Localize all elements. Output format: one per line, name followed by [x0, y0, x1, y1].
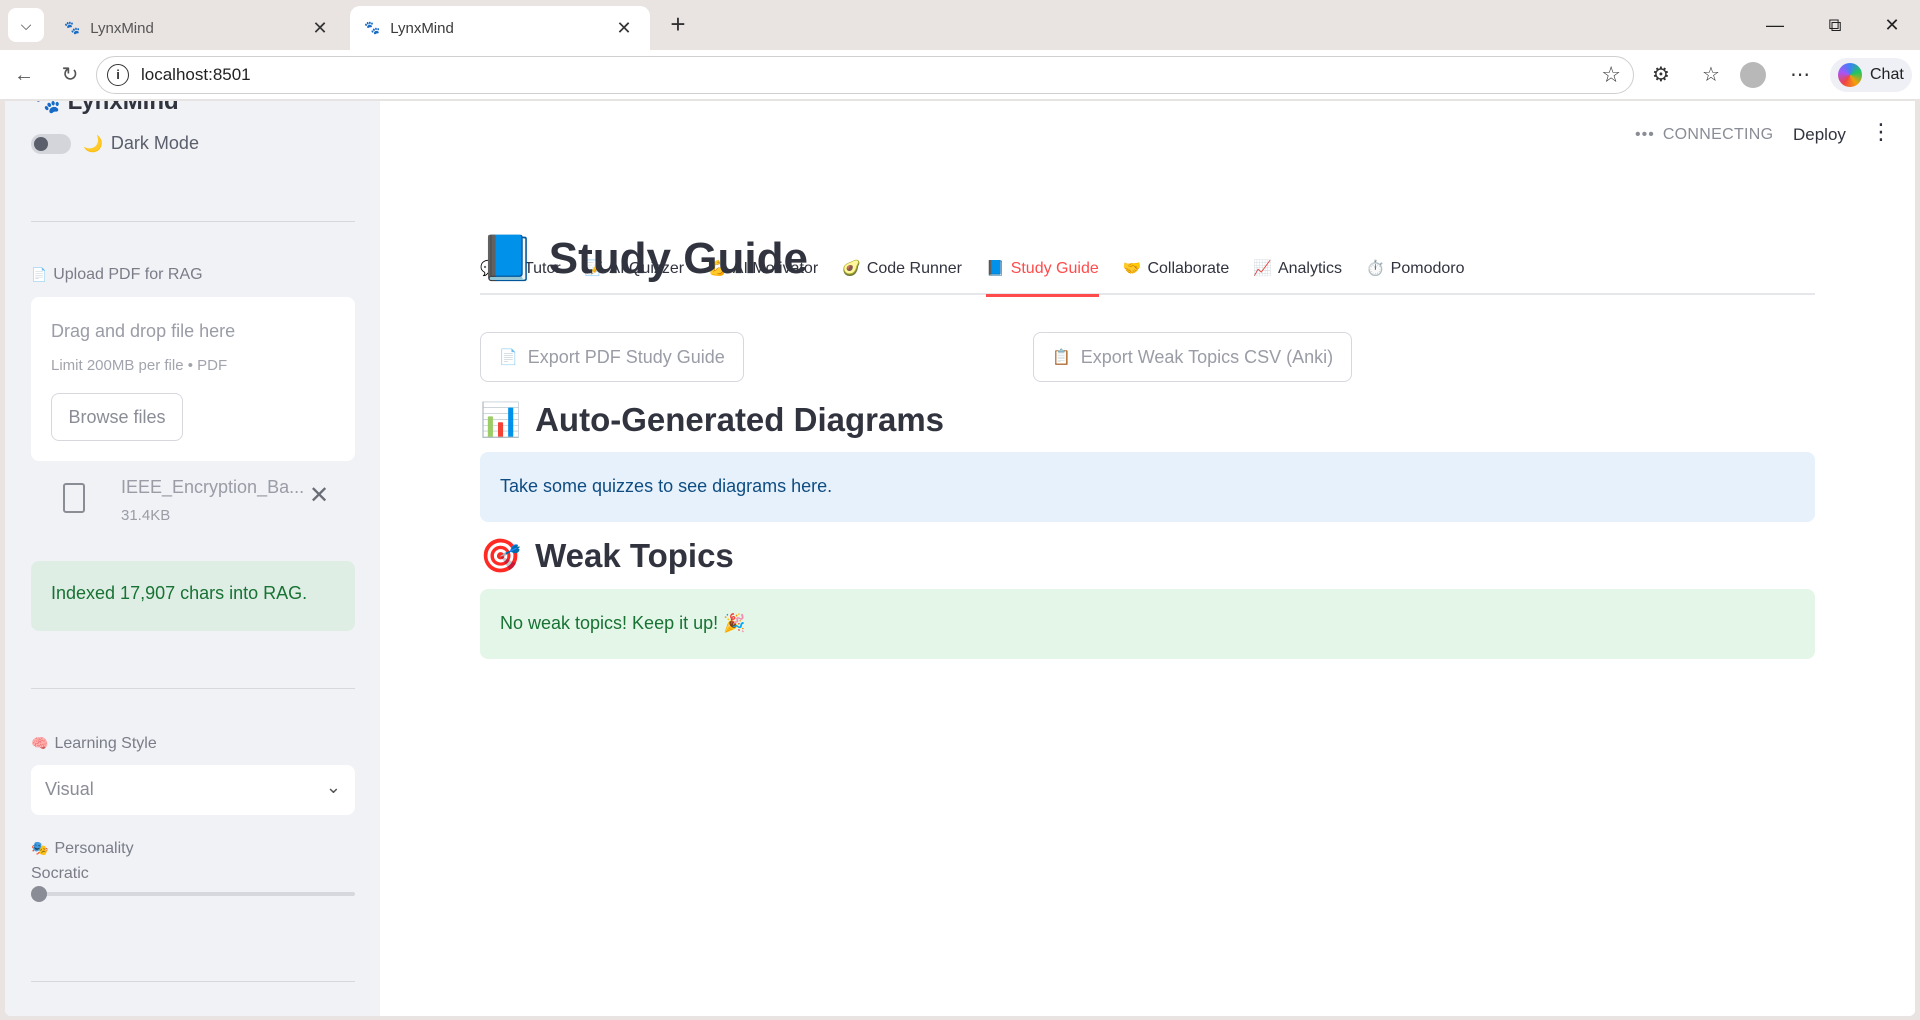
- restore-icon[interactable]: ⧉: [1807, 8, 1863, 42]
- tab-collaborate[interactable]: 🤝 Collaborate: [1123, 255, 1230, 295]
- close-icon[interactable]: ✕: [308, 18, 332, 39]
- deploy-button[interactable]: Deploy: [1785, 119, 1854, 149]
- browser-toolbar: ← ↻ i localhost:8501 ☆ ⚙ ☆ ⋯ Chat: [0, 50, 1920, 100]
- info-icon[interactable]: i: [107, 64, 129, 86]
- weak-topics-heading: 🎯 Weak Topics: [480, 537, 734, 574]
- file-name: IEEE_Encryption_Ba...: [121, 477, 305, 497]
- close-icon[interactable]: ✕: [612, 18, 636, 39]
- upload-label: 📄 Upload PDF for RAG: [31, 266, 203, 283]
- export-csv-button[interactable]: 📋 Export Weak Topics CSV (Anki): [1033, 332, 1353, 382]
- document-icon: 📄: [499, 349, 518, 366]
- learning-style-value: Visual: [45, 779, 94, 799]
- chevron-down-icon: ⌄: [325, 777, 341, 797]
- tab-list-button[interactable]: ⌵: [8, 8, 44, 42]
- sidebar: 🐾 LynxMind 🌙 Dark Mode 📄 Upload PDF for R…: [5, 101, 380, 1016]
- personality-value: Socratic: [31, 865, 89, 882]
- sidebar-divider: [31, 688, 355, 689]
- url-text: localhost:8501: [141, 65, 251, 84]
- paw-icon: 🐾: [31, 101, 61, 115]
- dark-mode-label: Dark Mode: [110, 133, 199, 153]
- window-close-icon[interactable]: ✕: [1864, 8, 1920, 42]
- browser-tab-1[interactable]: 🐾 LynxMind ✕: [50, 6, 346, 50]
- dropzone-text: Drag and drop file here: [51, 321, 236, 341]
- paw-icon: 🐾: [364, 20, 381, 35]
- minimize-icon[interactable]: —: [1747, 8, 1803, 42]
- back-arrow-icon[interactable]: ←: [8, 59, 40, 91]
- chevron-down-icon: ⌵: [20, 16, 32, 33]
- tab-study-guide[interactable]: 📘 Study Guide: [986, 255, 1099, 297]
- book-icon: 📘: [480, 234, 535, 283]
- dark-mode-toggle-row: 🌙 Dark Mode: [31, 133, 199, 154]
- masks-icon: 🎭: [31, 840, 49, 856]
- clipboard-icon: 📋: [1052, 349, 1071, 366]
- learning-style-select[interactable]: Visual ⌄: [31, 765, 355, 815]
- favorite-star-icon[interactable]: ☆: [1601, 62, 1621, 88]
- file-dropzone[interactable]: Drag and drop file here Limit 200MB per …: [31, 297, 355, 461]
- status-dots-icon: •••: [1635, 126, 1655, 143]
- browser-tab-title: LynxMind: [90, 19, 154, 37]
- browser-tab-2[interactable]: 🐾 LynxMind ✕: [350, 6, 650, 50]
- dropzone-limit: Limit 200MB per file • PDF: [51, 357, 228, 374]
- main-content: ••• CONNECTING Deploy ⋮ 💬 AI Tutor 📝 AI Qui…: [380, 101, 1915, 1016]
- moon-icon: 🌙: [83, 135, 103, 153]
- tab-analytics[interactable]: 📈 Analytics: [1253, 255, 1342, 295]
- new-tab-button[interactable]: +: [660, 10, 696, 40]
- copilot-icon: [1838, 63, 1862, 87]
- brain-icon: 🧠: [31, 735, 49, 751]
- diagrams-info-alert: Take some quizzes to see diagrams here.: [480, 452, 1815, 522]
- uploaded-file: IEEE_Encryption_Ba... 31.4KB ✕: [31, 477, 355, 537]
- browse-files-button[interactable]: Browse files: [51, 393, 183, 441]
- extensions-icon[interactable]: ⚙: [1645, 59, 1677, 91]
- remove-file-icon[interactable]: ✕: [309, 481, 329, 510]
- personality-label: 🎭 Personality: [31, 840, 134, 857]
- learning-style-label: 🧠 Learning Style: [31, 735, 157, 752]
- dark-mode-toggle[interactable]: [31, 133, 71, 154]
- browser-tab-title: LynxMind: [390, 19, 454, 37]
- browser-tab-bar: ⌵ 🐾 LynxMind ✕ 🐾 LynxMind ✕ + — ⧉ ✕: [0, 0, 1920, 50]
- personality-slider-thumb[interactable]: [31, 886, 47, 902]
- more-options-icon[interactable]: ⋯: [1784, 59, 1816, 91]
- sidebar-divider: [31, 221, 355, 222]
- address-bar[interactable]: i localhost:8501 ☆: [96, 56, 1634, 94]
- app-frame: 🐾 LynxMind 🌙 Dark Mode 📄 Upload PDF for R…: [5, 101, 1915, 1016]
- diagrams-heading: 📊 Auto-Generated Diagrams: [480, 401, 945, 438]
- paw-icon: 🐾: [64, 20, 81, 35]
- chat-label: Chat: [1870, 66, 1904, 83]
- main-menu-icon[interactable]: ⋮: [1870, 119, 1892, 145]
- document-icon: 📄: [31, 267, 48, 282]
- indexed-success-alert: Indexed 17,907 chars into RAG.: [31, 561, 355, 631]
- connection-status: ••• CONNECTING: [1635, 126, 1774, 143]
- export-pdf-button[interactable]: 📄 Export PDF Study Guide: [480, 332, 744, 382]
- copilot-chat-button[interactable]: Chat: [1830, 58, 1912, 92]
- bar-chart-icon: 📊: [480, 401, 522, 438]
- profile-avatar[interactable]: [1740, 62, 1766, 88]
- favorites-icon[interactable]: ☆: [1695, 59, 1727, 91]
- file-icon: [63, 483, 85, 513]
- tab-code-runner[interactable]: 🥑 Code Runner: [842, 255, 962, 295]
- file-size: 31.4KB: [121, 507, 171, 524]
- tab-pomodoro[interactable]: ⏱️ Pomodoro: [1366, 255, 1465, 295]
- weak-topics-success-alert: No weak topics! Keep it up! 🎉: [480, 589, 1815, 659]
- sidebar-divider: [31, 981, 355, 982]
- refresh-icon[interactable]: ↻: [54, 59, 86, 91]
- page-title: 📘 Study Guide: [480, 234, 808, 283]
- personality-slider-track[interactable]: [31, 892, 355, 896]
- brand-title: 🐾 LynxMind: [31, 101, 179, 116]
- target-icon: 🎯: [480, 537, 522, 574]
